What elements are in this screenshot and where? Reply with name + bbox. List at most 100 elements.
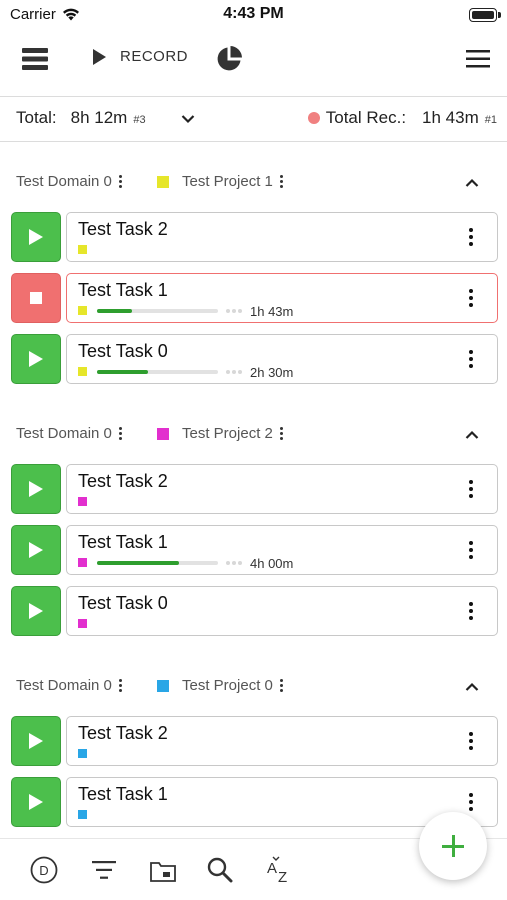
task-play-button[interactable] (11, 464, 61, 514)
task-name: Test Task 2 (78, 723, 168, 743)
task-row: Test Task 1 4h 00m (11, 525, 498, 575)
task-name: Test Task 0 (78, 341, 168, 361)
project-selector[interactable]: Test Project 1 (157, 173, 283, 190)
domain-badge-label: D (39, 863, 48, 878)
domain-filter-icon[interactable]: D (30, 856, 58, 884)
task-card[interactable]: Test Task 0 (66, 586, 498, 636)
task-menu-icon[interactable] (469, 793, 473, 811)
task-play-button[interactable] (11, 586, 61, 636)
domain-selector[interactable]: Test Domain 0 (16, 173, 122, 190)
task-menu-icon[interactable] (469, 732, 473, 750)
task-project-swatch (78, 497, 87, 506)
task-menu-icon[interactable] (469, 602, 473, 620)
sort-az-icon[interactable]: A Z (266, 856, 294, 884)
search-icon[interactable] (207, 857, 233, 883)
domain-label: Test Domain 0 (16, 173, 112, 190)
pie-chart-icon[interactable] (216, 46, 242, 72)
task-menu-icon[interactable] (469, 289, 473, 307)
task-name: Test Task 1 (78, 532, 168, 552)
task-card[interactable]: Test Task 1 1h 43m (66, 273, 498, 323)
play-icon (93, 48, 106, 65)
project-menu-icon[interactable] (279, 175, 283, 188)
total-rec-count: #1 (484, 114, 497, 126)
task-card[interactable]: Test Task 2 (66, 212, 498, 262)
task-project-swatch (78, 749, 87, 758)
play-icon (29, 351, 43, 367)
add-task-button[interactable] (419, 812, 487, 880)
task-project-swatch (78, 619, 87, 628)
task-play-button[interactable] (11, 777, 61, 827)
progress-dots-icon (226, 309, 242, 313)
progress-dots-icon (226, 561, 242, 565)
task-row: Test Task 2 (11, 716, 498, 766)
play-icon (29, 733, 43, 749)
folder-icon[interactable] (150, 860, 176, 882)
domain-menu-icon[interactable] (118, 679, 122, 692)
stop-icon (30, 292, 42, 304)
task-project-swatch (78, 306, 87, 315)
add-icon (442, 835, 464, 857)
hamburger-menu-icon[interactable] (466, 50, 490, 68)
chevron-up-icon[interactable] (465, 679, 479, 697)
domain-selector[interactable]: Test Domain 0 (16, 425, 122, 442)
total-rec-label: Total Rec.: (325, 108, 407, 127)
project-menu-icon[interactable] (279, 679, 283, 692)
task-project-swatch (78, 558, 87, 567)
total-recorded-summary: Total Rec.: 1h 43m #1 (307, 108, 497, 128)
task-menu-icon[interactable] (469, 480, 473, 498)
task-play-button[interactable] (11, 525, 61, 575)
chevron-up-icon[interactable] (465, 175, 479, 193)
task-duration: 2h 30m (250, 365, 294, 380)
task-menu-icon[interactable] (469, 350, 473, 368)
domain-selector[interactable]: Test Domain 0 (16, 677, 122, 694)
domain-menu-icon[interactable] (118, 175, 122, 188)
total-label: Total: (16, 108, 57, 127)
domain-menu-icon[interactable] (118, 427, 122, 440)
play-icon (29, 794, 43, 810)
total-rec-value: 1h 43m (422, 108, 479, 127)
task-row: Test Task 0 (11, 586, 498, 636)
totals-bar: Total: 8h 12m #3 Total Rec.: 1h 43m #1 (0, 96, 507, 142)
list-view-icon[interactable] (22, 48, 48, 70)
record-label: RECORD (120, 48, 189, 65)
project-menu-icon[interactable] (279, 427, 283, 440)
project-selector[interactable]: Test Project 2 (157, 425, 283, 442)
recording-dot-icon (307, 112, 320, 124)
task-row-recording: Test Task 1 1h 43m (11, 273, 498, 323)
group-header: Test Domain 0 Test Project 2 (0, 421, 507, 449)
task-card[interactable]: Test Task 2 (66, 464, 498, 514)
play-icon (29, 542, 43, 558)
task-row: Test Task 0 2h 30m (11, 334, 498, 384)
group-header: Test Domain 0 Test Project 1 (0, 169, 507, 197)
task-project-swatch (78, 245, 87, 254)
task-play-button[interactable] (11, 334, 61, 384)
task-progress-bar (97, 309, 218, 313)
task-stop-button[interactable] (11, 273, 61, 323)
task-row: Test Task 2 (11, 464, 498, 514)
task-name: Test Task 2 (78, 219, 168, 239)
filter-icon[interactable] (92, 861, 116, 879)
task-play-button[interactable] (11, 716, 61, 766)
project-label: Test Project 1 (182, 173, 273, 190)
task-card[interactable]: Test Task 1 4h 00m (66, 525, 498, 575)
status-bar: Carrier 4:43 PM (0, 0, 507, 30)
total-value: 8h 12m (70, 108, 128, 127)
task-card[interactable]: Test Task 0 2h 30m (66, 334, 498, 384)
task-card[interactable]: Test Task 2 (66, 716, 498, 766)
task-play-button[interactable] (11, 212, 61, 262)
task-menu-icon[interactable] (469, 541, 473, 559)
play-icon (29, 229, 43, 245)
project-selector[interactable]: Test Project 0 (157, 677, 283, 694)
project-color-swatch (157, 427, 169, 440)
chevron-up-icon[interactable] (465, 427, 479, 445)
play-icon (29, 481, 43, 497)
task-row: Test Task 2 (11, 212, 498, 262)
chevron-down-icon[interactable] (181, 111, 195, 129)
task-progress-bar (97, 561, 218, 565)
record-button[interactable]: RECORD (92, 48, 188, 65)
task-name: Test Task 0 (78, 593, 168, 613)
group-header: Test Domain 0 Test Project 0 (0, 673, 507, 701)
task-menu-icon[interactable] (469, 228, 473, 246)
svg-text:A: A (267, 860, 277, 877)
task-duration: 4h 00m (250, 556, 294, 571)
